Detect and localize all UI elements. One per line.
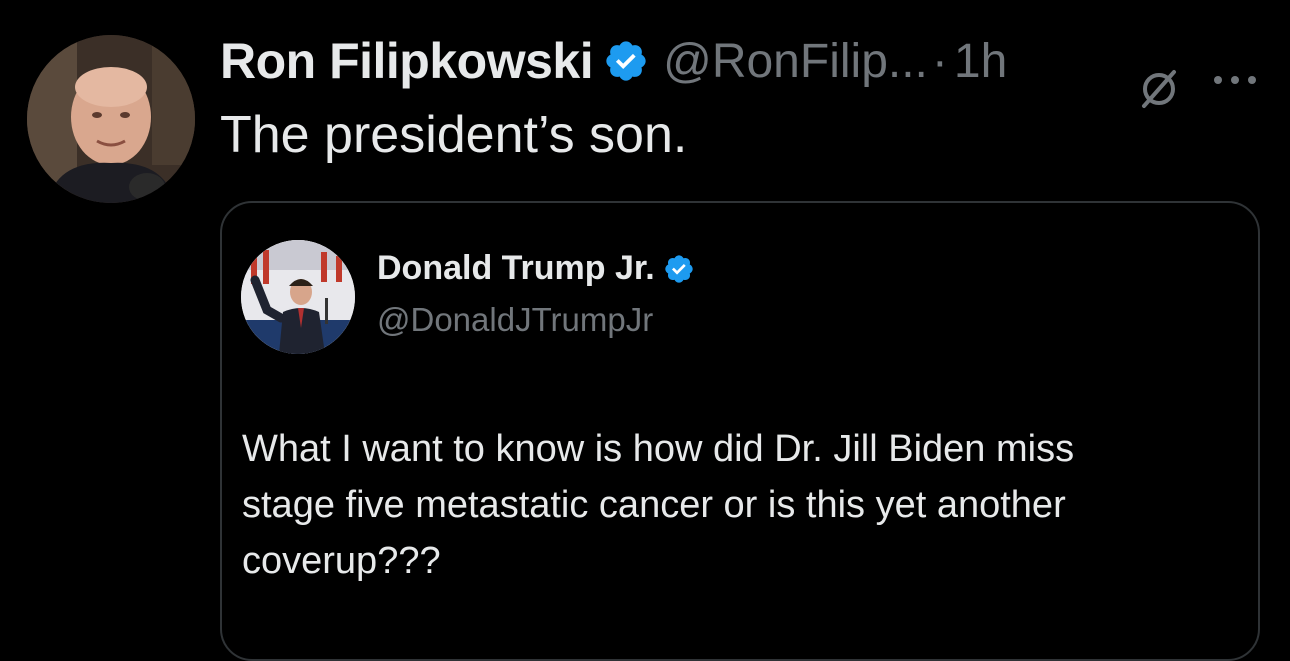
quoted-header: Donald Trump Jr. (377, 249, 695, 288)
author-handle[interactable]: @RonFilip... (663, 34, 928, 89)
quoted-text-line: stage five metastatic cancer or is this … (242, 484, 1066, 526)
quoted-tweet-text: What I want to know is how did Dr. Jill … (242, 421, 1242, 589)
more-options-icon[interactable] (1212, 68, 1258, 92)
quoted-tweet-card[interactable]: Donald Trump Jr. @DonaldJTrumpJr What I … (220, 201, 1260, 661)
author-avatar[interactable] (27, 35, 195, 203)
separator-dot: · (931, 34, 948, 88)
tweet-timestamp[interactable]: 1h (954, 34, 1007, 89)
quoted-text-line: coverup??? (242, 540, 441, 582)
verified-badge-icon (665, 254, 693, 283)
quoted-author-avatar[interactable] (241, 240, 355, 354)
tweet-text: The president’s son. (220, 106, 688, 164)
tweet-header: Ron Filipkowski @RonFilip... · 1h (220, 28, 1007, 94)
quoted-handle[interactable]: @DonaldJTrumpJr (377, 301, 653, 339)
author-display-name[interactable]: Ron Filipkowski (220, 32, 594, 90)
quoted-text-line: What I want to know is how did Dr. Jill … (242, 428, 1075, 470)
quoted-display-name[interactable]: Donald Trump Jr. (377, 249, 655, 288)
grok-icon[interactable] (1134, 64, 1184, 114)
verified-badge-icon (606, 41, 646, 81)
